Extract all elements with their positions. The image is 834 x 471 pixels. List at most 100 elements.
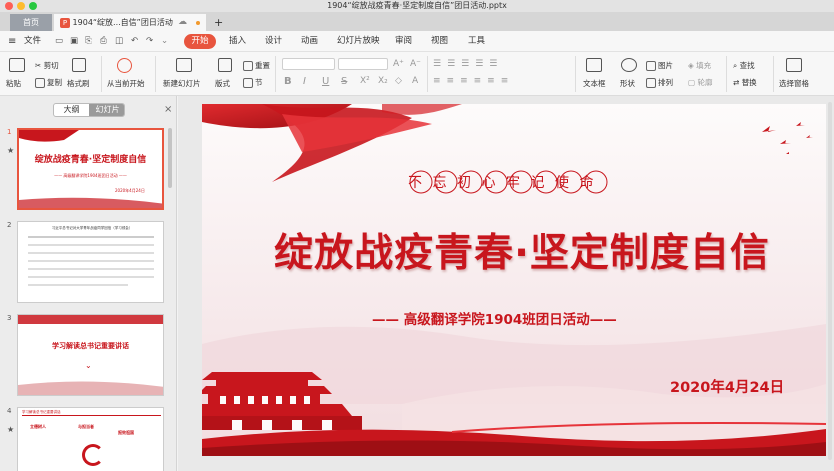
zoom-window-button[interactable] [29, 2, 37, 10]
outline-button[interactable]: ▢ 轮廓 [688, 77, 712, 88]
slide-thumbnail-2[interactable]: 习近平总书记对大学青年战疫同学回信（学习领会） [17, 221, 164, 303]
subscript-icon[interactable]: X₂ [378, 76, 388, 86]
align-icons[interactable]: ≡≡≡≡≡≡ [433, 76, 514, 86]
section-icon [243, 78, 253, 88]
slide-thumbnail-4[interactable]: 学习解读总书记重要讲话 立德树人 与担当者 报效祖国 [17, 407, 164, 471]
new-slide-icon[interactable] [176, 58, 192, 72]
thumb-3-title: 学习解读总书记重要讲话 [52, 342, 129, 350]
menu-file[interactable]: 文件 [24, 35, 41, 48]
slide-title[interactable]: 绽放战疫青春·坚定制度自信 [232, 222, 812, 278]
shrink-font-icon[interactable]: A⁻ [410, 59, 421, 69]
shape-icon[interactable] [621, 58, 637, 72]
undo-icon[interactable]: ↶ [131, 35, 138, 48]
new-slide-button[interactable]: 新建幻灯片 [163, 78, 201, 89]
new-tab-button[interactable]: + [208, 14, 224, 31]
selection-pane-button[interactable]: 选择窗格 [779, 78, 809, 89]
print-icon[interactable]: ⎙ [100, 35, 107, 48]
window-title-bar: 1904“绽放战疫青春·坚定制度自信”团日活动.pptx [0, 0, 834, 12]
menu-design[interactable]: 设计 [265, 35, 282, 48]
paste-button[interactable]: 粘贴 [6, 78, 21, 89]
layout-button[interactable]: 版式 [215, 78, 230, 89]
thumb-2-text-line [28, 244, 154, 246]
find-button[interactable]: ⌕ 查找 [733, 60, 755, 71]
redo-icon[interactable]: ↷ [146, 35, 153, 48]
preview-icon[interactable]: ◫ [115, 35, 123, 48]
bold-button[interactable]: B [284, 76, 292, 87]
textbox-icon[interactable] [586, 58, 602, 72]
underline-button[interactable]: U [322, 76, 329, 87]
chevron-down-icon[interactable]: ⌄ [161, 35, 168, 48]
slide-thumbnail-3[interactable]: 学习解读总书记重要讲话 ⌄ [17, 314, 164, 396]
slide-subtitle[interactable]: —— 高级翻译学院1904班团日活动—— [372, 308, 692, 328]
font-name-dropdown[interactable] [282, 58, 335, 70]
thumb-1-date: 2020年4月24日 [115, 188, 145, 193]
fill-button[interactable]: ◈ 填充 [688, 60, 711, 71]
menu-bar: ≡ 文件 ▭ ▣ ⎘ ⎙ ◫ ↶ ↷ ⌄ 开始 插入 设计 动画 幻灯片放映 审… [0, 31, 834, 52]
ribbon-divider [726, 56, 727, 92]
menu-insert[interactable]: 插入 [229, 35, 246, 48]
open-folder-icon[interactable]: ▭ [55, 35, 63, 48]
thumb-1-subtitle: —— 高级翻译学院1904班团日活动 —— [54, 173, 127, 178]
strikethrough-button[interactable]: S [341, 76, 347, 87]
menu-view[interactable]: 视图 [431, 35, 448, 48]
picture-button[interactable]: 图片 [646, 60, 673, 71]
tab-document[interactable]: P 1904“绽放...自信”团日活动 ☁ [54, 14, 206, 31]
clear-format-icon[interactable]: ◇ [395, 76, 402, 86]
selection-pane-icon[interactable] [786, 58, 802, 72]
tab-outline[interactable]: 大纲 [54, 104, 89, 116]
chevron-down-icon: ⌄ [85, 361, 92, 370]
menu-review[interactable]: 审阅 [395, 35, 412, 48]
section-button[interactable]: 节 [243, 77, 263, 88]
slide-thumbnail-1[interactable]: 绽放战疫青春·坚定制度自信 —— 高级翻译学院1904班团日活动 —— 2020… [17, 128, 164, 210]
layout-icon[interactable] [218, 58, 232, 72]
replace-button[interactable]: ⇄ 替换 [733, 77, 757, 88]
menu-animation[interactable]: 动画 [301, 35, 318, 48]
grow-font-icon[interactable]: A⁺ [393, 59, 404, 69]
save-icon[interactable]: ▣ [70, 35, 78, 48]
fill-label: 填充 [696, 61, 712, 70]
format-painter-icon[interactable] [72, 58, 86, 72]
thumbnail-scrollbar[interactable] [168, 128, 172, 188]
ribbon-divider [427, 56, 428, 92]
tab-slides[interactable]: 幻灯片 [89, 104, 124, 116]
pptx-file-icon: P [60, 17, 70, 28]
pane-view-switch: 大纲 幻灯片 [53, 103, 125, 117]
reset-button[interactable]: 重置 [243, 60, 270, 71]
paste-icon[interactable] [9, 58, 25, 72]
menu-tools[interactable]: 工具 [468, 35, 485, 48]
slide-date[interactable]: 2020年4月24日 [670, 376, 784, 397]
play-icon[interactable] [117, 58, 132, 73]
tab-home[interactable]: 首页 [10, 14, 52, 31]
menu-slideshow[interactable]: 幻灯片放映 [337, 35, 380, 48]
font-size-dropdown[interactable] [338, 58, 388, 70]
cloud-icon[interactable]: ☁ [178, 14, 187, 31]
export-icon[interactable]: ⎘ [85, 35, 92, 48]
shape-button[interactable]: 形状 [620, 78, 635, 89]
current-slide[interactable]: 不忘初心牢记使命 绽放战疫青春·坚定制度自信 —— 高级翻译学院1904班团日活… [202, 104, 826, 456]
thumb-2-text-line [28, 260, 154, 262]
superscript-icon[interactable]: X² [360, 76, 370, 86]
from-current-button[interactable]: 从当前开始 [107, 78, 145, 89]
slide-number: 1 [7, 128, 12, 136]
canvas-scrollbar[interactable] [828, 102, 832, 460]
close-pane-icon[interactable]: × [164, 104, 172, 115]
outline-icon: ▢ [688, 78, 696, 87]
thumb-4-item: 立德树人 [30, 424, 46, 429]
ribbon-toolbar: 粘贴 ✂ 剪切 复制 格式刷 从当前开始 新建幻灯片 版式 重置 节 A⁺ A⁻… [0, 52, 834, 96]
ribbon-divider [101, 56, 102, 92]
format-painter-button[interactable]: 格式刷 [67, 78, 90, 89]
textbox-button[interactable]: 文本框 [583, 78, 606, 89]
menu-start[interactable]: 开始 [184, 34, 216, 49]
arrange-icon [646, 78, 656, 88]
italic-button[interactable]: I [303, 76, 306, 87]
minimize-window-button[interactable] [17, 2, 25, 10]
cut-button[interactable]: ✂ 剪切 [35, 60, 59, 71]
close-window-button[interactable] [5, 2, 13, 10]
slide-seal-text[interactable]: 不忘初心牢记使命 [408, 172, 608, 192]
list-format-icons[interactable]: ☰☰☰☰☰ [433, 59, 503, 69]
copy-button[interactable]: 复制 [35, 77, 62, 88]
thumb-4-item: 与担当者 [78, 424, 94, 429]
font-color-icon[interactable]: A [412, 76, 418, 86]
hamburger-menu-icon[interactable]: ≡ [8, 35, 16, 48]
arrange-button[interactable]: 排列 [646, 77, 673, 88]
